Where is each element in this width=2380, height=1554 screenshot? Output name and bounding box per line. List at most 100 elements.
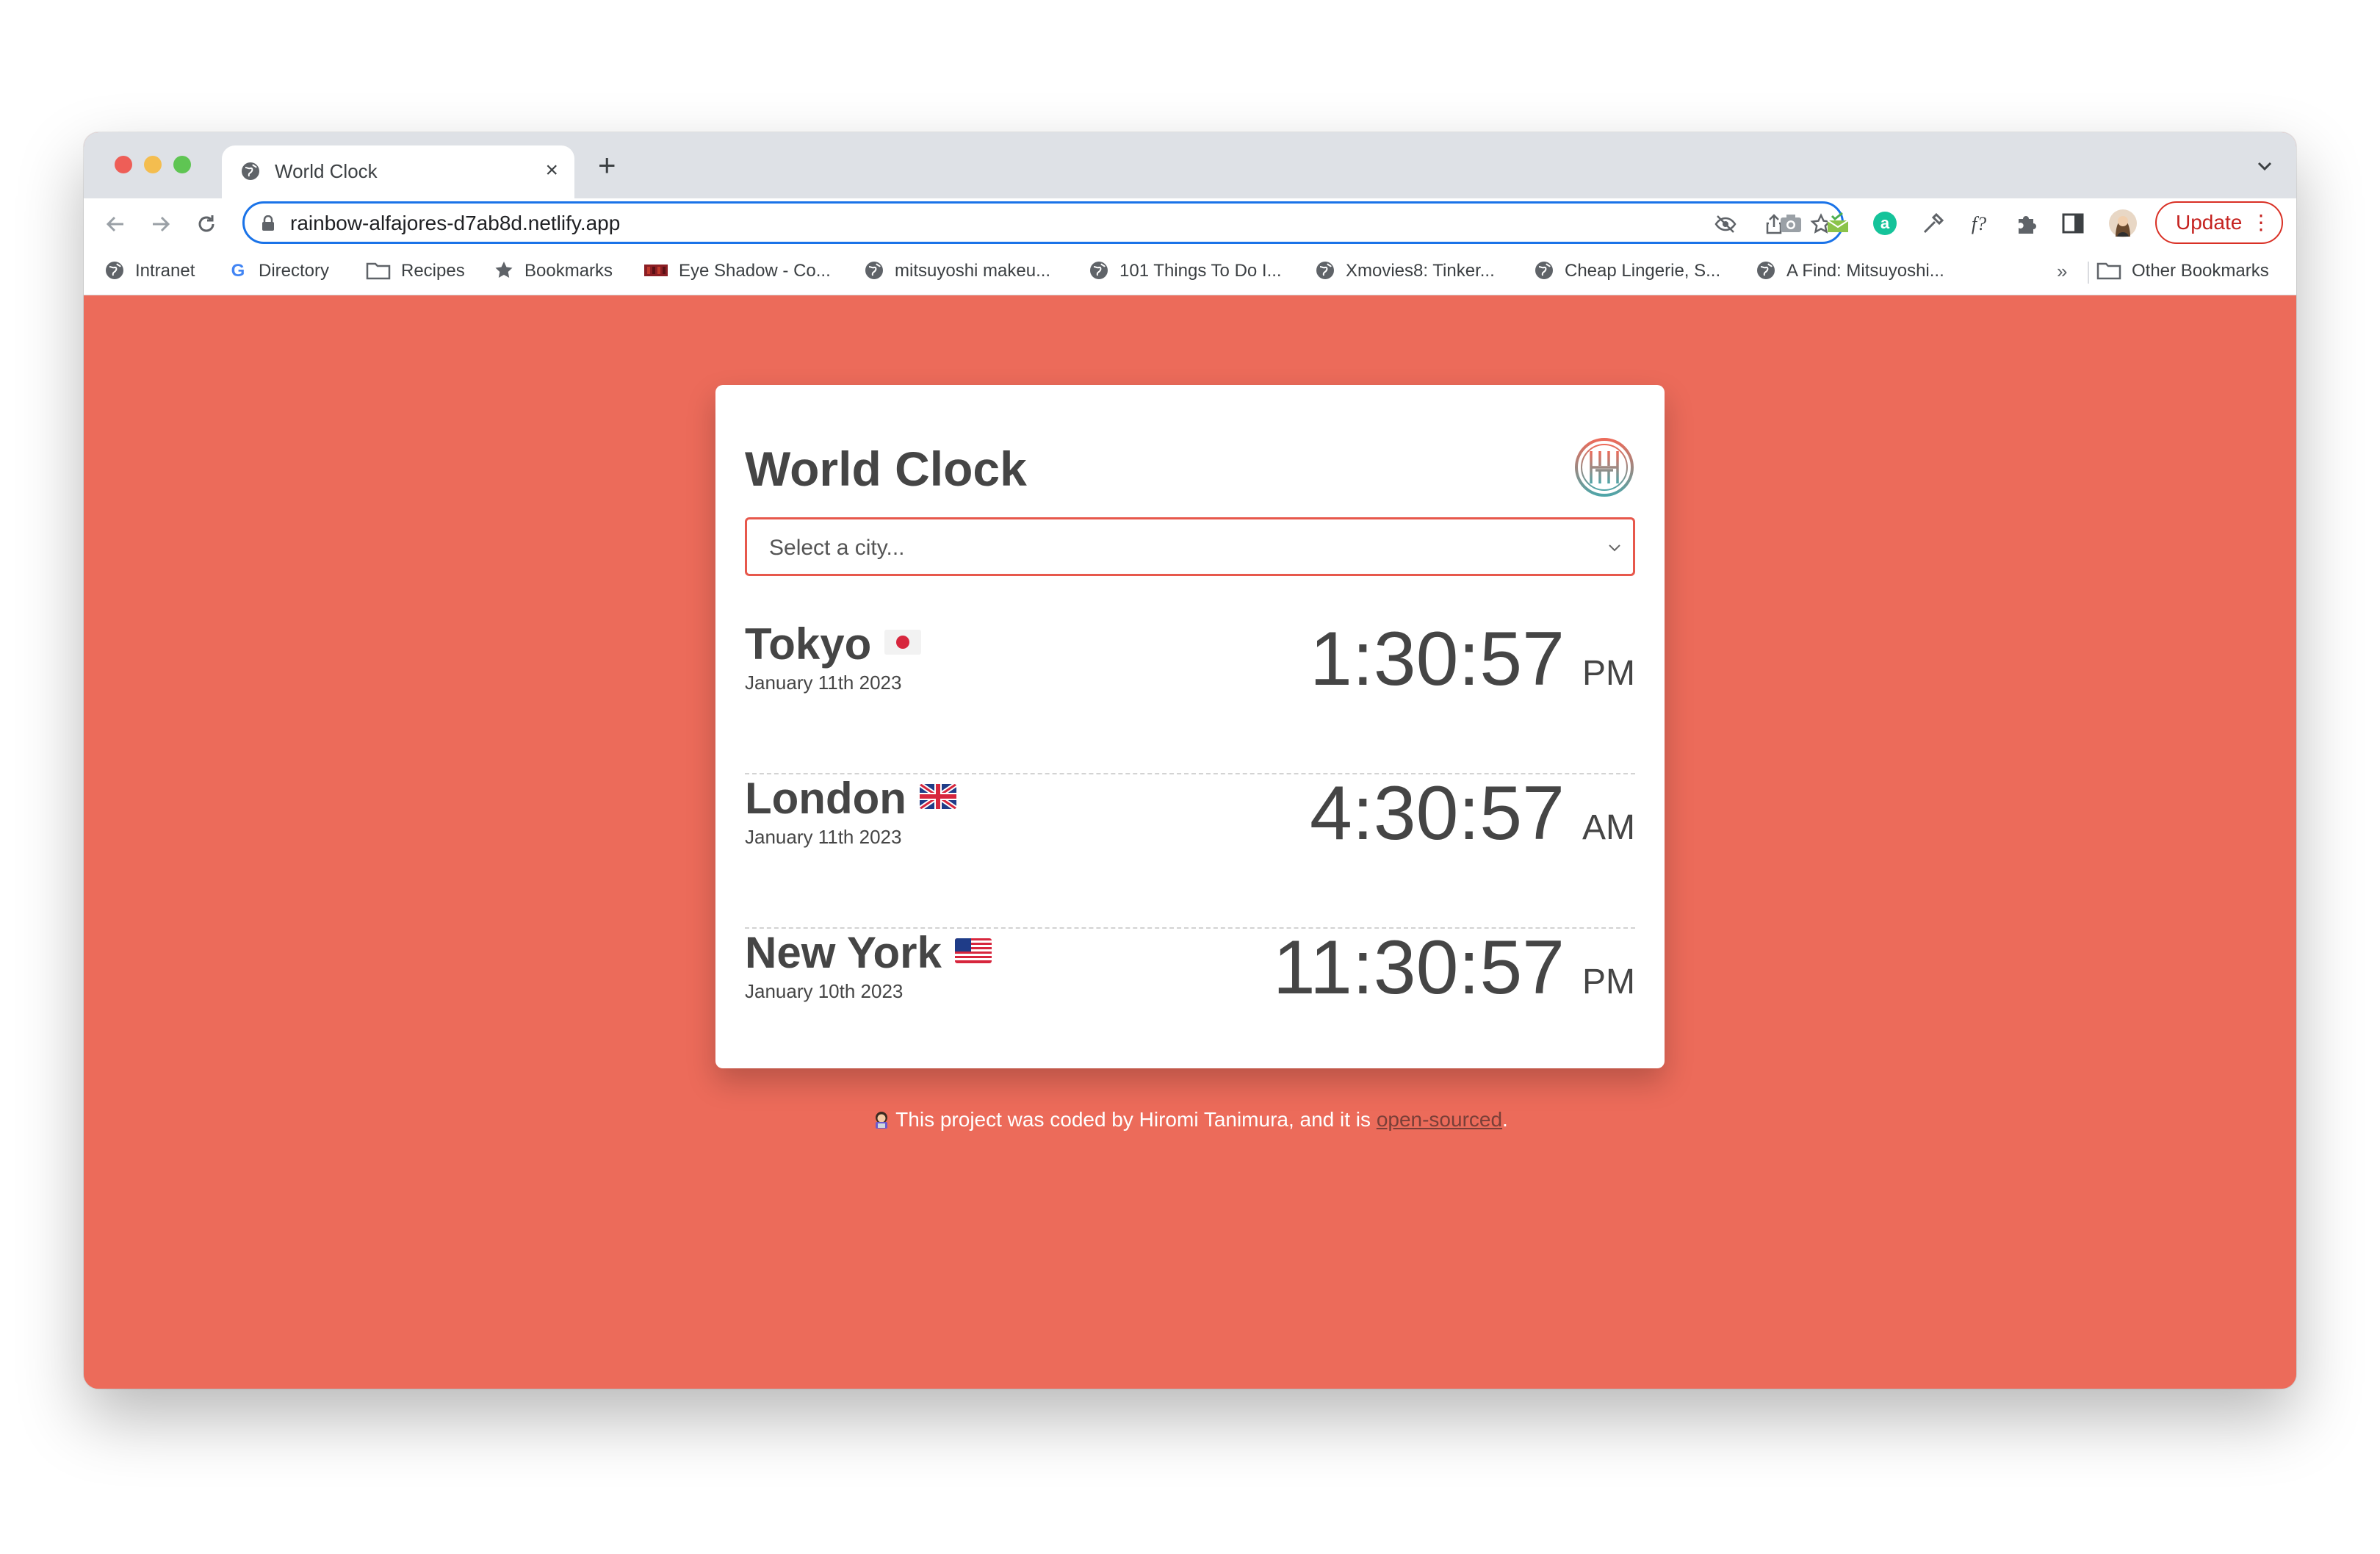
- bookmark-mitsuyoshi-makeup[interactable]: mitsuyoshi makeu...: [864, 259, 1050, 284]
- uk-flag-icon: [919, 784, 956, 809]
- footer-credit: This project was coded by Hiromi Tanimur…: [84, 1107, 2296, 1132]
- update-button[interactable]: Update ⋮: [2155, 201, 2283, 244]
- japan-flag-icon: [884, 630, 922, 655]
- chevron-down-icon: [1609, 544, 1620, 552]
- address-bar[interactable]: rainbow-alfajores-d7ab8d.netlify.app: [242, 201, 1844, 244]
- city-name: New York: [745, 927, 992, 979]
- back-arrow-icon[interactable]: [103, 212, 128, 237]
- globe-icon: [865, 262, 883, 279]
- bookmark-label: 101 Things To Do I...: [1119, 261, 1282, 281]
- bookmark-eye-shadow[interactable]: Eye Shadow - Co...: [643, 259, 831, 284]
- bookmark-label: A Find: Mitsuyoshi...: [1786, 261, 1944, 281]
- maximize-window-button[interactable]: [173, 156, 191, 173]
- bookmarks-overflow-icon[interactable]: »: [2057, 259, 2067, 284]
- folder-icon: [2096, 262, 2121, 280]
- ampm-indicator: PM: [1582, 963, 1635, 1001]
- folder-icon: [366, 262, 391, 280]
- city-row-london: London January 11th 2023 4:30:57 AM: [745, 773, 1635, 929]
- city-select-dropdown[interactable]: Select a city...: [745, 517, 1635, 576]
- close-window-button[interactable]: [115, 156, 132, 173]
- reload-icon[interactable]: [194, 212, 219, 237]
- tab-title: World Clock: [275, 160, 378, 182]
- lock-icon[interactable]: [261, 215, 275, 231]
- globe-icon: [106, 262, 123, 279]
- footer-text: This project was coded by Hiromi Tanimur…: [895, 1108, 1377, 1131]
- ampm-indicator: PM: [1582, 654, 1635, 693]
- bookmark-label: Xmovies8: Tinker...: [1346, 261, 1495, 281]
- bookmark-label: Bookmarks: [524, 261, 613, 281]
- city-date: January 10th 2023: [745, 980, 904, 1002]
- city-time: 11:30:57 PM: [1273, 927, 1635, 1008]
- us-flag-icon: [954, 938, 992, 963]
- time-value: 11:30:57: [1272, 925, 1565, 1010]
- svg-text:G: G: [231, 261, 245, 281]
- bookmark-label: Eye Shadow - Co...: [679, 261, 831, 281]
- open-sourced-link[interactable]: open-sourced: [1377, 1108, 1502, 1131]
- menu-dots-icon[interactable]: ⋮: [2251, 203, 2271, 242]
- url-text[interactable]: rainbow-alfajores-d7ab8d.netlify.app: [290, 212, 620, 234]
- svg-text:a: a: [1880, 214, 1890, 232]
- globe-icon: [1757, 262, 1775, 279]
- ampm-indicator: AM: [1582, 808, 1635, 847]
- city-select-placeholder: Select a city...: [769, 536, 905, 560]
- camera-extension-icon[interactable]: [1778, 210, 1804, 237]
- bookmark-label: Cheap Lingerie, S...: [1565, 261, 1721, 281]
- bookmark-101-things[interactable]: 101 Things To Do I...: [1089, 259, 1282, 284]
- google-icon: G: [231, 261, 245, 281]
- bookmark-directory[interactable]: G Directory: [228, 259, 329, 284]
- bookmark-label: mitsuyoshi makeu...: [895, 261, 1051, 281]
- puzzle-extensions-icon[interactable]: [2013, 210, 2039, 237]
- grammar-extension-icon[interactable]: a: [1872, 210, 1898, 237]
- city-name: London: [745, 773, 956, 824]
- update-label: Update: [2176, 211, 2243, 234]
- tab-world-clock[interactable]: World Clock ×: [222, 145, 574, 198]
- bookmark-label: Recipes: [401, 261, 465, 281]
- city-name-text: Tokyo: [745, 619, 872, 669]
- bookmark-label: Other Bookmarks: [2132, 261, 2269, 281]
- bookmark-label: Intranet: [135, 261, 195, 281]
- star-icon: [495, 262, 513, 278]
- eyedropper-extension-icon[interactable]: [1920, 210, 1947, 237]
- inbox-extension-icon[interactable]: [1825, 210, 1851, 237]
- bookmark-xmovies8[interactable]: Xmovies8: Tinker...: [1315, 259, 1495, 284]
- city-row-new-york: New York January 10th 2023 11:30:57 PM: [745, 927, 1635, 1082]
- site-favicon: [644, 265, 668, 276]
- bookmark-recipes[interactable]: Recipes: [366, 259, 465, 284]
- world-clock-card: World Clock Select a city... Tokyo Janua…: [715, 385, 1665, 1068]
- globe-icon: [1090, 262, 1108, 279]
- city-time: 4:30:57 AM: [1310, 773, 1635, 854]
- bookmark-intranet[interactable]: Intranet: [104, 259, 195, 284]
- formula-extension-icon[interactable]: f?: [1966, 210, 1992, 237]
- new-tab-button[interactable]: +: [598, 150, 616, 181]
- footer-period: .: [1502, 1108, 1508, 1131]
- toolbar: rainbow-alfajores-d7ab8d.netlify.app a f…: [84, 198, 2296, 248]
- woman-technologist-icon: [876, 1112, 888, 1129]
- forward-arrow-icon[interactable]: [148, 212, 173, 237]
- bookmarks-bar: Intranet G Directory Recipes Bookmarks Ey…: [84, 248, 2296, 295]
- svg-text:f?: f?: [1972, 213, 1986, 234]
- bookmark-label: Directory: [259, 261, 330, 281]
- time-value: 1:30:57: [1310, 616, 1565, 702]
- bookmark-other-bookmarks[interactable]: Other Bookmarks: [2096, 259, 2269, 284]
- bookmark-cheap-lingerie[interactable]: Cheap Lingerie, S...: [1534, 259, 1720, 284]
- city-name-text: London: [745, 774, 906, 823]
- city-time: 1:30:57 PM: [1310, 619, 1635, 699]
- tab-search-chevron-icon[interactable]: [2254, 157, 2276, 175]
- tab-strip: World Clock × +: [84, 132, 2296, 198]
- monogram-logo-icon: [1575, 438, 1634, 497]
- bookmark-a-find-mitsuyoshi[interactable]: A Find: Mitsuyoshi...: [1756, 259, 1944, 284]
- globe-icon: [1316, 262, 1334, 279]
- minimize-window-button[interactable]: [144, 156, 162, 173]
- time-value: 4:30:57: [1310, 771, 1565, 856]
- bookmark-bookmarks[interactable]: Bookmarks: [494, 259, 613, 284]
- profile-avatar[interactable]: [2108, 209, 2138, 238]
- city-name: Tokyo: [745, 619, 922, 670]
- page-title: World Clock: [745, 442, 1027, 496]
- bookmarks-divider: [2088, 262, 2089, 284]
- page-content: World Clock Select a city... Tokyo Janua…: [84, 295, 2296, 1389]
- city-date: January 11th 2023: [745, 826, 902, 848]
- side-panel-icon[interactable]: [2060, 210, 2086, 237]
- browser-window: World Clock × + rainbow-alfajores-d7ab8d…: [84, 132, 2296, 1389]
- eye-off-icon[interactable]: [1714, 212, 1737, 236]
- close-tab-icon[interactable]: ×: [545, 159, 558, 182]
